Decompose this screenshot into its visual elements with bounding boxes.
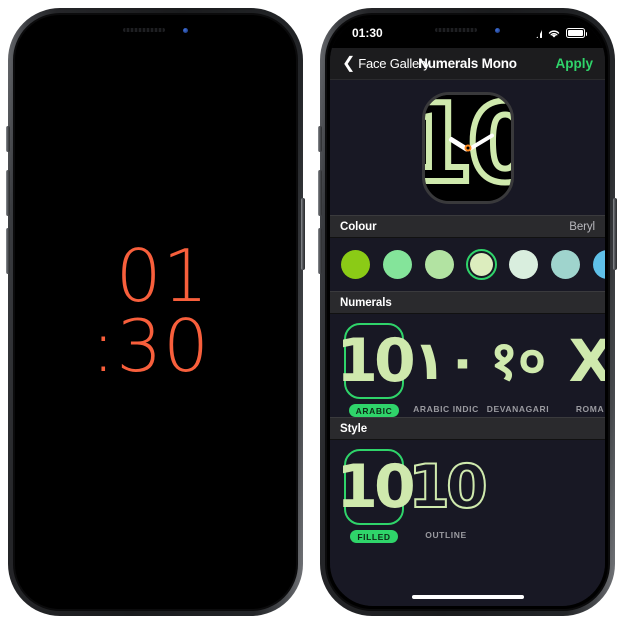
- power-button-right[interactable]: [613, 198, 617, 270]
- volume-up-button[interactable]: [6, 170, 10, 216]
- section-title-style: Style: [340, 422, 367, 435]
- watch-face-preview[interactable]: 10: [330, 80, 605, 215]
- back-to-face-gallery-button[interactable]: ❮ Face Gallery: [342, 54, 430, 72]
- colour-swatch-2[interactable]: [382, 249, 413, 280]
- home-indicator[interactable]: [411, 595, 524, 599]
- swatch-5: [509, 250, 538, 279]
- option-thumbnail: X: [560, 323, 605, 399]
- right-phone-device: 01:30 ❮ Face Gallery Numerals Mono Apply…: [318, 8, 617, 616]
- section-header-numerals: Numerals: [330, 291, 605, 314]
- option-glyph: 10: [336, 326, 415, 396]
- colour-swatch-6[interactable]: [550, 249, 581, 280]
- section-header-style: Style: [330, 417, 605, 440]
- option-thumbnail: 10: [407, 449, 488, 525]
- option-label: FILLED: [350, 530, 398, 543]
- right-phone-screen: 01:30 ❮ Face Gallery Numerals Mono Apply…: [330, 18, 605, 606]
- swatch-6: [551, 250, 580, 279]
- speaker-grille-icon-right: [435, 28, 477, 32]
- volume-down-button-right[interactable]: [318, 228, 322, 274]
- swatch-3: [425, 250, 454, 279]
- option-label: DEVANAGARI: [486, 404, 550, 414]
- notch-right: [392, 18, 543, 42]
- colour-swatch-1[interactable]: [340, 249, 371, 280]
- wifi-icon: [548, 29, 560, 38]
- option-glyph: 10: [407, 452, 488, 522]
- option-label: ARABIC INDIC: [413, 404, 479, 414]
- page-title: Numerals Mono: [418, 56, 517, 71]
- option-glyph: १०: [489, 329, 547, 393]
- watch-face: 10: [424, 94, 511, 201]
- colour-swatch-4[interactable]: [466, 249, 497, 280]
- left-phone-screen: 01 :30: [18, 18, 293, 606]
- section-title-colour: Colour: [340, 220, 377, 233]
- left-phone-body: 01 :30: [13, 13, 298, 611]
- option-thumbnail: ١٠: [413, 323, 479, 399]
- mute-switch-right[interactable]: [318, 126, 322, 152]
- colour-swatch-row[interactable]: [330, 238, 605, 291]
- colour-swatch-5[interactable]: [508, 249, 539, 280]
- option-glyph: X: [569, 332, 605, 390]
- option-glyph: ١٠: [413, 329, 479, 393]
- speaker-grille-icon: [123, 28, 165, 32]
- option-label: ARABIC: [348, 404, 400, 417]
- swatch-4: [470, 253, 493, 276]
- selected-colour-name: Beryl: [569, 220, 595, 233]
- option-roma[interactable]: X ROMA: [554, 323, 605, 414]
- option-label: OUTLINE: [425, 530, 467, 540]
- option-arabic[interactable]: 10 ARABIC: [336, 323, 416, 417]
- numerals-option-row[interactable]: 10 ARABIC ١٠ ARABIC INDIC १० DEVANAGARI X ROMA: [330, 314, 605, 417]
- option-thumbnail: 10: [336, 449, 416, 525]
- option-arabic-indic[interactable]: ١٠ ARABIC INDIC: [410, 323, 482, 414]
- right-phone-body: 01:30 ❮ Face Gallery Numerals Mono Apply…: [325, 13, 610, 611]
- colour-swatch-7[interactable]: [592, 249, 605, 280]
- swatch-7: [593, 250, 605, 279]
- apply-button[interactable]: Apply: [555, 56, 593, 71]
- option-outline[interactable]: 10 OUTLINE: [407, 449, 488, 540]
- mute-switch[interactable]: [6, 126, 10, 152]
- notch: [80, 18, 231, 42]
- status-bar-time: 01:30: [352, 26, 383, 40]
- section-header-colour: Colour Beryl: [330, 215, 605, 238]
- left-phone-device: 01 :30: [6, 8, 305, 616]
- front-camera-icon-right: [495, 27, 500, 33]
- option-glyph: 10: [336, 452, 415, 522]
- watch-bezel: 10: [421, 91, 514, 204]
- front-camera-icon: [183, 27, 188, 33]
- swatch-2: [383, 250, 412, 279]
- colour-swatch-3[interactable]: [424, 249, 455, 280]
- volume-down-button[interactable]: [6, 228, 10, 274]
- always-on-display-clock: 01 :30: [18, 18, 293, 606]
- battery-icon: [566, 28, 588, 38]
- editor-content[interactable]: 10 Colour Beryl: [330, 80, 605, 606]
- option-filled[interactable]: 10 FILLED: [336, 449, 416, 543]
- option-thumbnail: 10: [336, 323, 416, 399]
- option-label: ROMA: [575, 404, 605, 414]
- swatch-1: [341, 250, 370, 279]
- screenshot-stage: 01 :30 01:30 ❮ Face Gallery Numerals Mon…: [0, 0, 625, 625]
- aod-minutes: :30: [91, 304, 210, 388]
- volume-up-button-right[interactable]: [318, 170, 322, 216]
- watch-face-editor: 01:30 ❮ Face Gallery Numerals Mono Apply…: [330, 18, 605, 606]
- chevron-left-icon: ❮: [342, 54, 356, 72]
- option-thumbnail: १०: [488, 323, 548, 399]
- navigation-bar: ❮ Face Gallery Numerals Mono Apply: [330, 48, 605, 80]
- power-button[interactable]: [301, 198, 305, 270]
- section-title-numerals: Numerals: [340, 296, 392, 309]
- center-hub: [464, 144, 471, 151]
- option-devanagari[interactable]: १० DEVANAGARI: [482, 323, 554, 414]
- style-option-row[interactable]: 10 FILLED 10 OUTLINE: [330, 440, 605, 543]
- aod-hours: 01: [115, 234, 210, 319]
